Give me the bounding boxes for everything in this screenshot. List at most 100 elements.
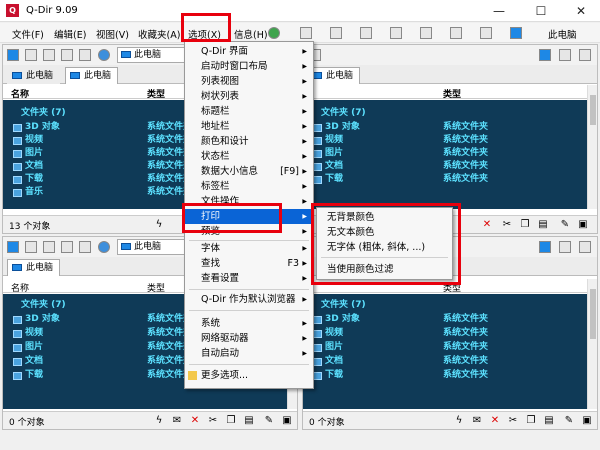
maximize-button[interactable]: ☐ — [526, 2, 556, 20]
tab-this-pc-active[interactable]: 此电脑 — [65, 67, 119, 84]
copy-icon[interactable]: ❐ — [525, 415, 537, 427]
vertical-scrollbar[interactable] — [587, 279, 597, 409]
globe-icon[interactable] — [268, 27, 280, 39]
folder-up-icon[interactable] — [61, 241, 73, 253]
menu-item-tree-list[interactable]: 树状列表 ▶ — [185, 89, 313, 104]
column-type[interactable]: 类型 — [147, 281, 165, 294]
list-item[interactable]: 视频 系统文件夹 — [313, 134, 583, 147]
back-icon[interactable] — [25, 49, 37, 61]
lightning-icon[interactable]: ϟ — [453, 415, 465, 427]
edit-icon[interactable]: ✎ — [263, 415, 275, 427]
edit-icon[interactable]: ✎ — [563, 415, 575, 427]
paste-icon[interactable]: ▤ — [243, 415, 255, 427]
minimize-button[interactable]: — — [484, 2, 514, 20]
column-name[interactable]: 名称 — [11, 87, 29, 100]
cut-icon[interactable]: ✂ — [207, 415, 219, 427]
window-icon[interactable]: ▣ — [577, 219, 589, 231]
list-item[interactable]: 文档 系统文件夹 — [313, 160, 583, 173]
menu-item-data-size[interactable]: 数据大小信息 [F9] ▶ — [185, 164, 313, 179]
cut-icon[interactable]: ✂ — [507, 415, 519, 427]
layout-icon[interactable] — [360, 27, 372, 39]
menu-item-colors-design[interactable]: 颜色和设计 ▶ — [185, 134, 313, 149]
list-item[interactable]: 图片 系统文件夹 — [313, 341, 583, 354]
mail-icon[interactable]: ✉ — [171, 415, 183, 427]
list-item[interactable]: 视频 系统文件夹 — [313, 327, 583, 340]
menu-item-system[interactable]: 系统 ▶ — [185, 316, 313, 331]
menu-item-ui[interactable]: Q-Dir 界面 ▶ — [185, 44, 313, 59]
list-item[interactable]: 3D 对象 系统文件夹 — [313, 313, 583, 326]
menu-file[interactable]: 文件(F) — [12, 27, 44, 41]
view-icon[interactable] — [559, 241, 571, 253]
tab-this-pc[interactable]: 此电脑 — [7, 67, 61, 84]
back-icon[interactable] — [25, 241, 37, 253]
vertical-scrollbar[interactable] — [587, 85, 597, 209]
list-item[interactable]: 图片 系统文件夹 — [313, 147, 583, 160]
computer-icon[interactable] — [7, 241, 19, 253]
computer-icon[interactable] — [7, 49, 19, 61]
column-name[interactable]: 名称 — [11, 281, 29, 294]
column-type[interactable]: 类型 — [147, 87, 165, 100]
layout-icon[interactable] — [450, 27, 462, 39]
refresh-icon[interactable] — [98, 49, 110, 61]
cut-icon[interactable]: ✂ — [501, 219, 513, 231]
copy-icon[interactable]: ❐ — [225, 415, 237, 427]
view-icon[interactable] — [579, 241, 591, 253]
menu-item-network-drives[interactable]: 网络驱动器 ▶ — [185, 331, 313, 346]
menu-item-address-bar[interactable]: 地址栏 ▶ — [185, 119, 313, 134]
copy-icon[interactable]: ❐ — [519, 219, 531, 231]
scrollbar-thumb[interactable] — [590, 289, 596, 339]
menu-item-more-options[interactable]: 更多选项... — [185, 368, 313, 383]
view-icon[interactable] — [579, 49, 591, 61]
tab-this-pc[interactable]: 此电脑 — [7, 259, 61, 276]
list-item[interactable]: 文档 系统文件夹 — [313, 355, 583, 368]
computer-icon[interactable] — [539, 241, 551, 253]
layout-icon[interactable] — [330, 27, 342, 39]
paste-icon[interactable]: ▤ — [537, 219, 549, 231]
list-item[interactable]: 3D 对象 系统文件夹 — [313, 121, 583, 134]
menu-item-status-bar[interactable]: 状态栏 ▶ — [185, 149, 313, 164]
menu-view[interactable]: 视图(V) — [96, 27, 129, 41]
menu-item-title-bar[interactable]: 标题栏 ▶ — [185, 104, 313, 119]
layout-icon[interactable] — [420, 27, 432, 39]
delete-icon[interactable]: ✕ — [489, 415, 501, 427]
view-icon[interactable] — [79, 241, 91, 253]
computer-icon[interactable] — [510, 27, 522, 39]
view-icon[interactable] — [79, 49, 91, 61]
close-button[interactable]: ✕ — [566, 2, 596, 20]
paste-icon[interactable]: ▤ — [543, 415, 555, 427]
menu-item-list-view[interactable]: 列表视图 ▶ — [185, 74, 313, 89]
menu-info[interactable]: 信息(H) — [234, 27, 268, 41]
menu-item-font[interactable]: 字体 ▶ — [185, 241, 313, 256]
delete-icon[interactable]: ✕ — [189, 415, 201, 427]
window-icon[interactable]: ▣ — [281, 415, 293, 427]
layout-icon[interactable] — [480, 27, 492, 39]
menu-item-startup-layout[interactable]: 启动时窗口布局 ▶ — [185, 59, 313, 74]
folder-up-icon[interactable] — [61, 49, 73, 61]
list-item[interactable]: 下载 系统文件夹 — [313, 369, 583, 382]
menu-item-default-browser[interactable]: Q-Dir 作为默认浏览器 ▶ — [185, 292, 313, 307]
mail-icon[interactable]: ✉ — [471, 415, 483, 427]
column-type[interactable]: 类型 — [443, 87, 461, 100]
delete-icon[interactable]: ✕ — [481, 219, 493, 231]
forward-icon[interactable] — [43, 241, 55, 253]
forward-icon[interactable] — [43, 49, 55, 61]
scrollbar-thumb[interactable] — [590, 95, 596, 125]
menu-item-find[interactable]: 查找 F3 ▶ — [185, 256, 313, 271]
computer-icon[interactable] — [539, 49, 551, 61]
lightning-icon[interactable]: ϟ — [153, 415, 165, 427]
lightning-icon[interactable]: ϟ — [153, 219, 165, 231]
menu-item-autostart[interactable]: 自动启动 ▶ — [185, 346, 313, 361]
refresh-icon[interactable] — [98, 241, 110, 253]
window-icon[interactable]: ▣ — [581, 415, 593, 427]
view-icon[interactable] — [559, 49, 571, 61]
layout-icon[interactable] — [390, 27, 402, 39]
layout-icon[interactable] — [300, 27, 312, 39]
menu-item-view-settings[interactable]: 查看设置 ▶ — [185, 271, 313, 286]
menu-edit[interactable]: 编辑(E) — [54, 27, 86, 41]
menu-item-tab-bar[interactable]: 标签栏 ▶ — [185, 179, 313, 194]
edit-icon[interactable]: ✎ — [559, 219, 571, 231]
list-item[interactable]: 下载 系统文件夹 — [313, 173, 583, 186]
tab-this-pc[interactable]: 此电脑 — [307, 67, 361, 84]
menu-favorites[interactable]: 收藏夹(A) — [138, 27, 180, 41]
menu-this-pc[interactable]: 此电脑 — [548, 27, 577, 41]
